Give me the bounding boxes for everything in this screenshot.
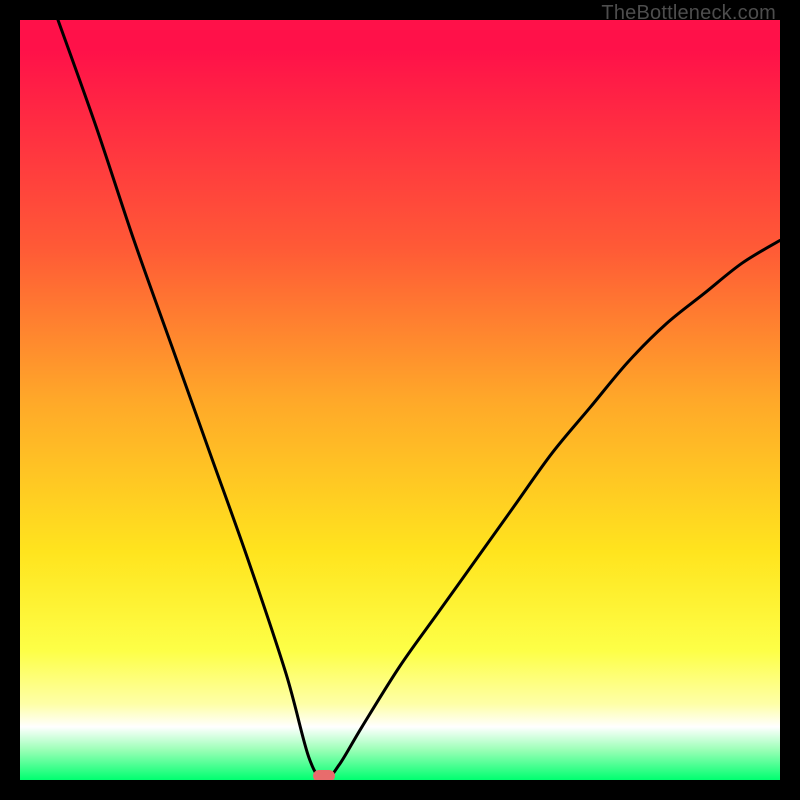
curve-path [58, 20, 780, 780]
plot-area [20, 20, 780, 780]
bottleneck-curve [20, 20, 780, 780]
optimal-marker [313, 770, 335, 780]
chart-frame [20, 20, 780, 780]
